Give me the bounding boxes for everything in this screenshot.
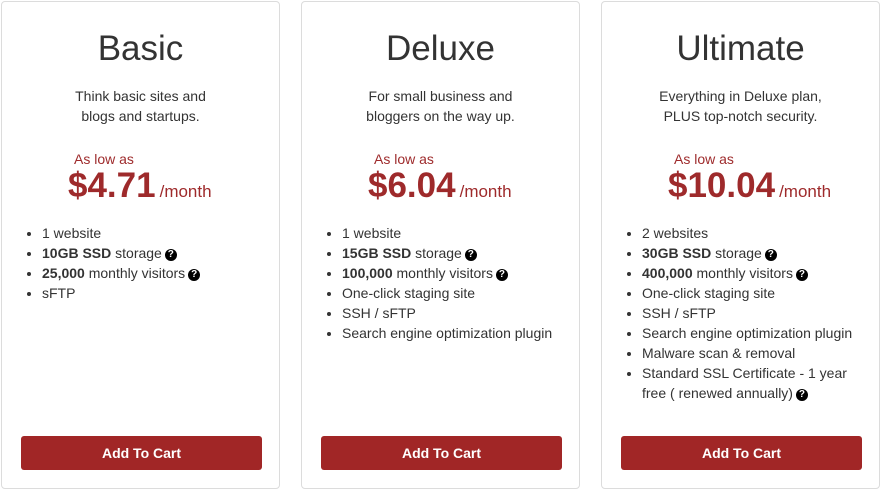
feature-text: monthly visitors (692, 265, 793, 281)
add-to-cart-button[interactable]: Add To Cart (621, 436, 862, 470)
plan-card-deluxe: Deluxe For small business and bloggers o… (301, 1, 580, 489)
feature-item: One-click staging site (642, 283, 873, 303)
help-icon[interactable]: ? (495, 269, 508, 281)
plan-description-line-1: Everything in Deluxe plan, (659, 88, 822, 104)
plan-price: As low as $10.04/month (668, 150, 879, 206)
feature-item: sFTP (42, 283, 273, 303)
feature-text: Search engine optimization plugin (642, 325, 853, 341)
price-period: /month (459, 182, 512, 201)
feature-text: One-click staging site (642, 285, 776, 301)
feature-list: 1 website10GB SSD storage?25,000 monthly… (22, 223, 273, 303)
price-amount: $4.71 (68, 166, 156, 205)
feature-highlight: 100,000 (342, 265, 393, 281)
feature-text: storage (411, 245, 462, 261)
feature-item: 2 websites (642, 223, 873, 243)
plan-price: As low as $4.71/month (68, 150, 279, 206)
feature-text: 2 websites (642, 225, 709, 241)
plan-description-line-1: For small business and (368, 88, 513, 104)
feature-item: 1 website (42, 223, 273, 243)
feature-item: 30GB SSD storage? (642, 243, 873, 263)
price-period: /month (779, 182, 832, 201)
plan-title: Ultimate (676, 29, 805, 68)
feature-item: 25,000 monthly visitors? (42, 263, 273, 283)
feature-text: Malware scan & removal (642, 345, 796, 361)
plan-card-ultimate: Ultimate Everything in Deluxe plan, PLUS… (601, 1, 880, 489)
feature-item: 15GB SSD storage? (342, 243, 573, 263)
feature-item: Standard SSL Certificate - 1 year free (… (642, 363, 873, 403)
feature-item: 400,000 monthly visitors? (642, 263, 873, 283)
feature-item: 100,000 monthly visitors? (342, 263, 573, 283)
feature-highlight: 10GB SSD (42, 245, 112, 261)
feature-highlight: 400,000 (642, 265, 693, 281)
feature-text: monthly visitors (84, 265, 186, 281)
feature-highlight: 15GB SSD (342, 245, 412, 261)
feature-item: One-click staging site (342, 283, 573, 303)
plan-description: Think basic sites and blogs and startups… (22, 86, 259, 126)
feature-item: 10GB SSD storage? (42, 243, 273, 263)
feature-item: 1 website (342, 223, 573, 243)
feature-item: SSH / sFTP (342, 303, 573, 323)
plan-card-basic: Basic Think basic sites and blogs and st… (1, 1, 280, 489)
plan-description-line-2: bloggers on the way up. (366, 108, 515, 124)
help-icon[interactable]: ? (164, 249, 177, 261)
plan-description: For small business and bloggers on the w… (322, 86, 559, 126)
add-to-cart-button[interactable]: Add To Cart (21, 436, 262, 470)
feature-item: Search engine optimization plugin (342, 323, 573, 343)
plan-description: Everything in Deluxe plan, PLUS top-notc… (622, 86, 859, 126)
feature-highlight: 25,000 (42, 265, 85, 281)
help-icon[interactable]: ? (764, 249, 777, 261)
feature-text: Search engine optimization plugin (342, 325, 553, 341)
price-period: /month (159, 182, 212, 201)
price-amount: $6.04 (368, 166, 456, 205)
feature-item: Malware scan & removal (642, 343, 873, 363)
feature-text: storage (111, 245, 162, 261)
pricing-plans: Basic Think basic sites and blogs and st… (0, 0, 880, 491)
feature-text: sFTP (42, 285, 76, 301)
feature-text: 1 website (342, 225, 402, 241)
help-icon[interactable]: ? (795, 269, 808, 281)
plan-title: Deluxe (386, 29, 495, 68)
feature-list: 2 websites30GB SSD storage?400,000 month… (622, 223, 873, 403)
price-amount: $10.04 (668, 166, 776, 205)
feature-text: storage (711, 245, 762, 261)
help-icon[interactable]: ? (795, 389, 808, 401)
plan-description-line-2: blogs and startups. (81, 108, 200, 124)
feature-text: monthly visitors (392, 265, 493, 281)
plan-price: As low as $6.04/month (368, 150, 579, 206)
feature-list: 1 website15GB SSD storage?100,000 monthl… (322, 223, 573, 343)
add-to-cart-button[interactable]: Add To Cart (321, 436, 562, 470)
feature-text: Standard SSL Certificate - 1 year free (… (642, 365, 847, 401)
feature-text: 1 website (42, 225, 102, 241)
plan-description-line-2: PLUS top-notch security. (663, 108, 818, 124)
plan-description-line-1: Think basic sites and (75, 88, 206, 104)
feature-text: One-click staging site (342, 285, 476, 301)
help-icon[interactable]: ? (188, 269, 201, 281)
feature-item: Search engine optimization plugin (642, 323, 873, 343)
help-icon[interactable]: ? (464, 249, 477, 261)
plan-title: Basic (97, 29, 184, 68)
feature-highlight: 30GB SSD (642, 245, 712, 261)
feature-item: SSH / sFTP (642, 303, 873, 323)
feature-text: SSH / sFTP (342, 305, 416, 321)
feature-text: SSH / sFTP (642, 305, 716, 321)
